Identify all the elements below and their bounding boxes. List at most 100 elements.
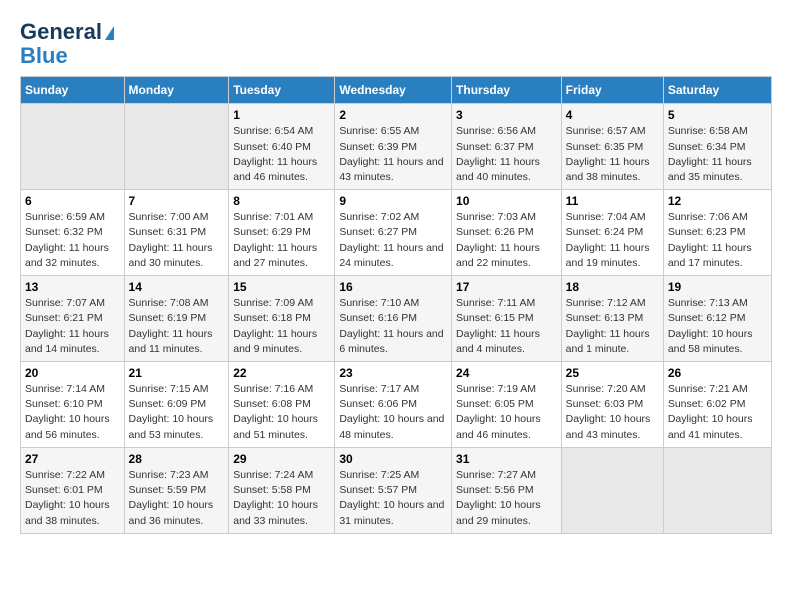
calendar-cell: 31Sunrise: 7:27 AM Sunset: 5:56 PM Dayli… xyxy=(452,447,562,533)
day-number: 2 xyxy=(339,108,447,122)
calendar-cell: 21 Sunrise: 7:15 AM Sunset: 6:09 PM Dayli… xyxy=(124,362,229,448)
calendar-cell: 25 Sunrise: 7:20 AM Sunset: 6:03 PM Dayli… xyxy=(561,362,663,448)
day-number: 22 xyxy=(233,366,330,380)
calendar-cell: 20 Sunrise: 7:14 AM Sunset: 6:10 PM Dayli… xyxy=(21,362,125,448)
calendar-cell: 30 Sunrise: 7:25 AM Sunset: 5:57 PM Dayli… xyxy=(335,447,452,533)
day-number: 7 xyxy=(129,194,225,208)
day-info: Sunrise: 7:02 AM Sunset: 6:27 PM Dayligh… xyxy=(339,211,443,269)
day-number: 14 xyxy=(129,280,225,294)
day-number: 3 xyxy=(456,108,557,122)
calendar-header-row: SundayMondayTuesdayWednesdayThursdayFrid… xyxy=(21,77,772,104)
day-header-tuesday: Tuesday xyxy=(229,77,335,104)
day-number: 13 xyxy=(25,280,120,294)
day-info: Sunrise: 7:03 AM Sunset: 6:26 PM Dayligh… xyxy=(456,211,540,269)
calendar-week-row: 6 Sunrise: 6:59 AM Sunset: 6:32 PM Daylig… xyxy=(21,190,772,276)
calendar-cell: 8 Sunrise: 7:01 AM Sunset: 6:29 PM Daylig… xyxy=(229,190,335,276)
calendar-cell: 29 Sunrise: 7:24 AM Sunset: 5:58 PM Dayli… xyxy=(229,447,335,533)
calendar-cell: 15Sunrise: 7:09 AM Sunset: 6:18 PM Dayli… xyxy=(229,276,335,362)
calendar-cell: 23 Sunrise: 7:17 AM Sunset: 6:06 PM Dayli… xyxy=(335,362,452,448)
calendar-cell: 17 Sunrise: 7:11 AM Sunset: 6:15 PM Dayli… xyxy=(452,276,562,362)
day-number: 27 xyxy=(25,452,120,466)
day-number: 26 xyxy=(668,366,767,380)
calendar-cell: 5 Sunrise: 6:58 AM Sunset: 6:34 PM Daylig… xyxy=(663,104,771,190)
calendar-cell: 22 Sunrise: 7:16 AM Sunset: 6:08 PM Dayli… xyxy=(229,362,335,448)
day-number: 11 xyxy=(566,194,659,208)
day-info: Sunrise: 7:22 AM Sunset: 6:01 PM Dayligh… xyxy=(25,469,110,527)
calendar-cell: 26 Sunrise: 7:21 AM Sunset: 6:02 PM Dayli… xyxy=(663,362,771,448)
calendar-week-row: 13 Sunrise: 7:07 AM Sunset: 6:21 PM Dayli… xyxy=(21,276,772,362)
calendar-cell: 11 Sunrise: 7:04 AM Sunset: 6:24 PM Dayli… xyxy=(561,190,663,276)
day-info: Sunrise: 6:57 AM Sunset: 6:35 PM Dayligh… xyxy=(566,125,650,183)
calendar-cell xyxy=(561,447,663,533)
calendar-cell: 10 Sunrise: 7:03 AM Sunset: 6:26 PM Dayli… xyxy=(452,190,562,276)
day-number: 5 xyxy=(668,108,767,122)
day-info: Sunrise: 7:04 AM Sunset: 6:24 PM Dayligh… xyxy=(566,211,650,269)
day-header-friday: Friday xyxy=(561,77,663,104)
day-header-saturday: Saturday xyxy=(663,77,771,104)
day-number: 8 xyxy=(233,194,330,208)
day-number: 15 xyxy=(233,280,330,294)
day-info: Sunrise: 6:55 AM Sunset: 6:39 PM Dayligh… xyxy=(339,125,443,183)
day-info: Sunrise: 7:06 AM Sunset: 6:23 PM Dayligh… xyxy=(668,211,752,269)
calendar-cell: 3 Sunrise: 6:56 AM Sunset: 6:37 PM Daylig… xyxy=(452,104,562,190)
day-info: Sunrise: 7:27 AM Sunset: 5:56 PM Dayligh… xyxy=(456,469,541,527)
day-number: 6 xyxy=(25,194,120,208)
day-number: 30 xyxy=(339,452,447,466)
day-number: 12 xyxy=(668,194,767,208)
day-info: Sunrise: 7:24 AM Sunset: 5:58 PM Dayligh… xyxy=(233,469,318,527)
logo-text-blue: Blue xyxy=(20,44,68,68)
day-info: Sunrise: 7:17 AM Sunset: 6:06 PM Dayligh… xyxy=(339,383,444,441)
calendar-cell: 13 Sunrise: 7:07 AM Sunset: 6:21 PM Dayli… xyxy=(21,276,125,362)
day-info: Sunrise: 7:15 AM Sunset: 6:09 PM Dayligh… xyxy=(129,383,214,441)
calendar-cell: 16 Sunrise: 7:10 AM Sunset: 6:16 PM Dayli… xyxy=(335,276,452,362)
day-info: Sunrise: 7:10 AM Sunset: 6:16 PM Dayligh… xyxy=(339,297,443,355)
calendar-week-row: 27 Sunrise: 7:22 AM Sunset: 6:01 PM Dayli… xyxy=(21,447,772,533)
day-header-thursday: Thursday xyxy=(452,77,562,104)
logo-text-general: General xyxy=(20,20,114,44)
day-info: Sunrise: 7:20 AM Sunset: 6:03 PM Dayligh… xyxy=(566,383,651,441)
day-info: Sunrise: 7:07 AM Sunset: 6:21 PM Dayligh… xyxy=(25,297,109,355)
calendar-cell: 7 Sunrise: 7:00 AM Sunset: 6:31 PM Daylig… xyxy=(124,190,229,276)
day-number: 4 xyxy=(566,108,659,122)
day-info: Sunrise: 7:23 AM Sunset: 5:59 PM Dayligh… xyxy=(129,469,214,527)
day-number: 23 xyxy=(339,366,447,380)
day-number: 9 xyxy=(339,194,447,208)
calendar-cell: 9 Sunrise: 7:02 AM Sunset: 6:27 PM Daylig… xyxy=(335,190,452,276)
calendar-cell: 24Sunrise: 7:19 AM Sunset: 6:05 PM Dayli… xyxy=(452,362,562,448)
day-number: 1 xyxy=(233,108,330,122)
day-info: Sunrise: 7:00 AM Sunset: 6:31 PM Dayligh… xyxy=(129,211,213,269)
day-number: 25 xyxy=(566,366,659,380)
day-number: 20 xyxy=(25,366,120,380)
day-header-sunday: Sunday xyxy=(21,77,125,104)
calendar-cell: 18 Sunrise: 7:12 AM Sunset: 6:13 PM Dayli… xyxy=(561,276,663,362)
calendar-cell xyxy=(663,447,771,533)
day-number: 21 xyxy=(129,366,225,380)
day-number: 28 xyxy=(129,452,225,466)
day-info: Sunrise: 7:12 AM Sunset: 6:13 PM Dayligh… xyxy=(566,297,650,355)
day-info: Sunrise: 6:59 AM Sunset: 6:32 PM Dayligh… xyxy=(25,211,109,269)
day-info: Sunrise: 7:21 AM Sunset: 6:02 PM Dayligh… xyxy=(668,383,753,441)
day-info: Sunrise: 7:14 AM Sunset: 6:10 PM Dayligh… xyxy=(25,383,110,441)
day-info: Sunrise: 7:11 AM Sunset: 6:15 PM Dayligh… xyxy=(456,297,540,355)
day-info: Sunrise: 6:54 AM Sunset: 6:40 PM Dayligh… xyxy=(233,125,317,183)
day-header-monday: Monday xyxy=(124,77,229,104)
calendar-table: SundayMondayTuesdayWednesdayThursdayFrid… xyxy=(20,76,772,533)
calendar-cell: 28 Sunrise: 7:23 AM Sunset: 5:59 PM Dayli… xyxy=(124,447,229,533)
day-number: 17 xyxy=(456,280,557,294)
day-number: 18 xyxy=(566,280,659,294)
calendar-week-row: 20 Sunrise: 7:14 AM Sunset: 6:10 PM Dayli… xyxy=(21,362,772,448)
day-info: Sunrise: 7:16 AM Sunset: 6:08 PM Dayligh… xyxy=(233,383,318,441)
day-info: Sunrise: 6:58 AM Sunset: 6:34 PM Dayligh… xyxy=(668,125,752,183)
day-number: 29 xyxy=(233,452,330,466)
day-number: 19 xyxy=(668,280,767,294)
calendar-cell: 19Sunrise: 7:13 AM Sunset: 6:12 PM Dayli… xyxy=(663,276,771,362)
day-number: 10 xyxy=(456,194,557,208)
day-number: 16 xyxy=(339,280,447,294)
day-info: Sunrise: 6:56 AM Sunset: 6:37 PM Dayligh… xyxy=(456,125,540,183)
day-info: Sunrise: 7:19 AM Sunset: 6:05 PM Dayligh… xyxy=(456,383,541,441)
calendar-cell: 6 Sunrise: 6:59 AM Sunset: 6:32 PM Daylig… xyxy=(21,190,125,276)
calendar-cell: 4 Sunrise: 6:57 AM Sunset: 6:35 PM Daylig… xyxy=(561,104,663,190)
day-header-wednesday: Wednesday xyxy=(335,77,452,104)
day-info: Sunrise: 7:01 AM Sunset: 6:29 PM Dayligh… xyxy=(233,211,317,269)
day-info: Sunrise: 7:25 AM Sunset: 5:57 PM Dayligh… xyxy=(339,469,444,527)
